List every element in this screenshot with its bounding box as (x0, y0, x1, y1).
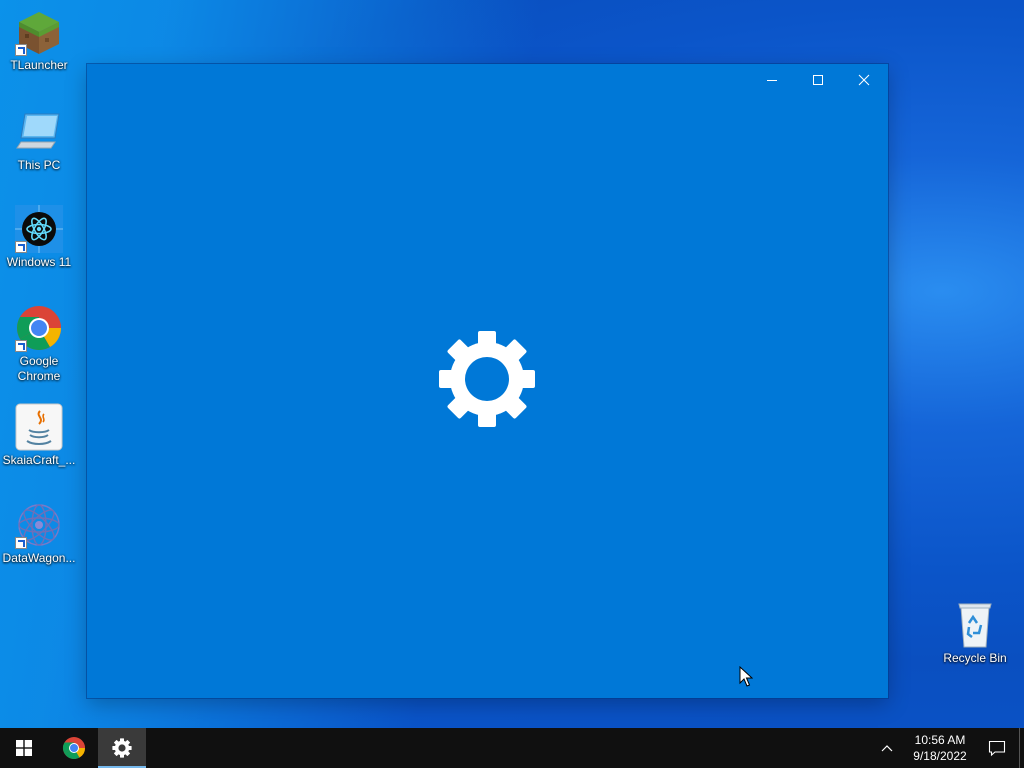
java-icon (15, 403, 63, 451)
action-center-button[interactable] (975, 728, 1019, 768)
minimize-icon (767, 80, 777, 81)
windows-logo-icon (16, 740, 32, 756)
start-button[interactable] (0, 728, 48, 768)
recycle-bin-icon (951, 601, 999, 649)
clock-time: 10:56 AM (914, 733, 966, 747)
desktop-icon-windows-11[interactable]: Windows 11 (1, 205, 77, 270)
react-atom-icon (15, 205, 63, 253)
desktop-icon-tlauncher[interactable]: TLauncher (1, 8, 77, 73)
close-button[interactable] (841, 64, 887, 96)
desktop-icon-datawagon[interactable]: DataWagon... (1, 501, 77, 566)
show-hidden-icons-button[interactable] (875, 728, 899, 768)
taskbar-chrome-button[interactable] (50, 728, 98, 768)
shortcut-arrow-icon (15, 241, 27, 253)
settings-window[interactable] (87, 64, 888, 698)
notification-icon (988, 740, 1006, 757)
chrome-icon (63, 737, 85, 759)
desktop-icon-skaiacraft[interactable]: SkaiaCraft_... (1, 403, 77, 468)
desktop-icon-label: Recycle Bin (943, 651, 1007, 665)
taskbar: 10:56 AM 9/18/2022 (0, 728, 1024, 768)
desktop-icon-label: Windows 11 (6, 255, 72, 269)
desktop-icon-label: SkaiaCraft_... (2, 453, 76, 467)
minimize-button[interactable] (749, 64, 795, 96)
desktop: TLauncher This PC Windows 11 Google Chro… (0, 0, 1024, 728)
tlauncher-grass-block-icon (15, 8, 63, 56)
desktop-icon-label: DataWagon... (2, 551, 76, 565)
clock-date: 9/18/2022 (913, 749, 967, 763)
computer-monitor-icon (15, 108, 63, 156)
desktop-icon-label: This PC (17, 158, 61, 172)
maximize-icon (813, 75, 823, 85)
maximize-button[interactable] (795, 64, 841, 96)
shortcut-arrow-icon (15, 340, 27, 352)
chrome-icon (15, 304, 63, 352)
shortcut-arrow-icon (15, 537, 27, 549)
taskbar-settings-button[interactable] (98, 728, 146, 768)
desktop-icon-recycle-bin[interactable]: Recycle Bin (937, 601, 1013, 666)
mouse-cursor-icon (739, 666, 753, 687)
settings-gear-icon (112, 738, 132, 758)
taskbar-clock[interactable]: 10:56 AM 9/18/2022 (905, 732, 975, 764)
desktop-icon-label: TLauncher (10, 58, 68, 72)
chevron-up-icon (881, 745, 893, 752)
desktop-icon-label: Google Chrome (17, 354, 61, 383)
settings-gear-icon (439, 331, 535, 427)
system-tray: 10:56 AM 9/18/2022 (875, 728, 1024, 768)
shortcut-arrow-icon (15, 44, 27, 56)
show-desktop-button[interactable] (1019, 728, 1024, 768)
close-icon (858, 74, 870, 86)
desktop-icon-this-pc[interactable]: This PC (1, 108, 77, 173)
datawagon-icon (15, 501, 63, 549)
desktop-icon-google-chrome[interactable]: Google Chrome (1, 304, 77, 384)
